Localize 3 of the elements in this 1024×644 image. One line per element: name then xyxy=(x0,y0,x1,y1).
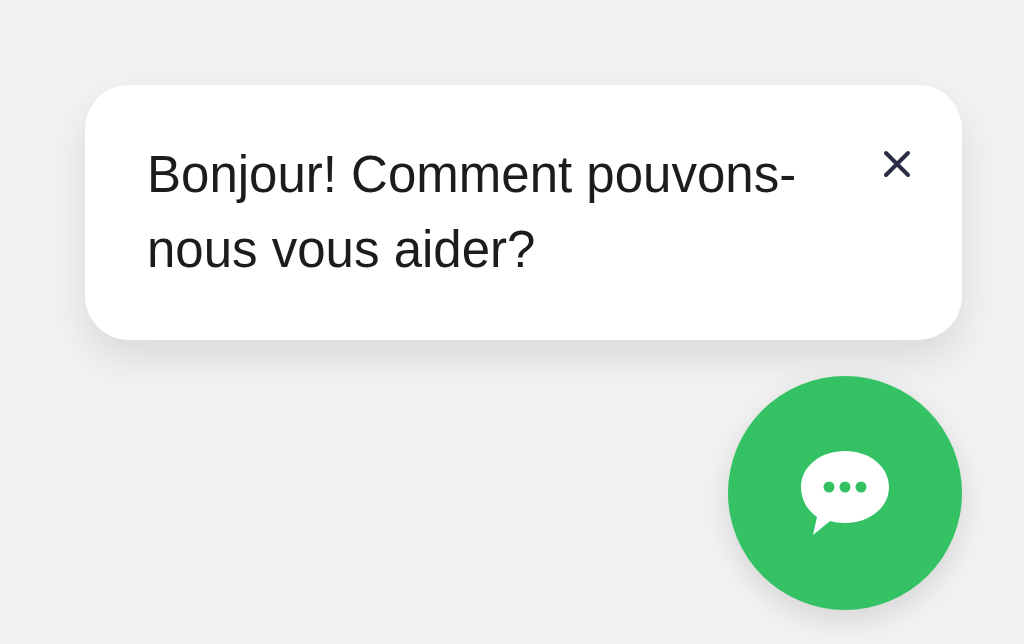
speech-bubble-icon xyxy=(799,449,891,537)
greeting-message: Bonjour! Comment pouvons-nous vous aider? xyxy=(147,145,798,280)
close-icon xyxy=(882,149,912,179)
